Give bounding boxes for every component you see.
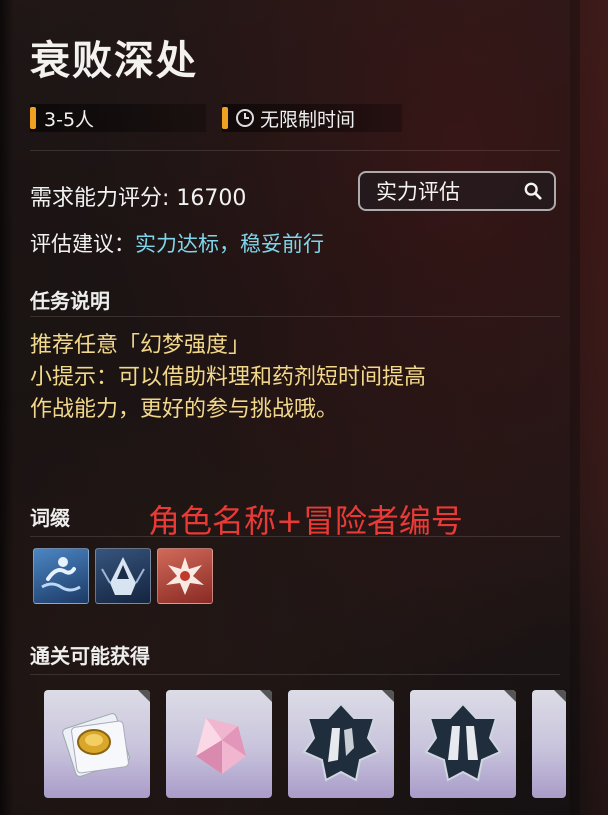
rewards-heading: 通关可能获得 — [30, 644, 150, 668]
reward-item[interactable] — [288, 690, 394, 798]
divider — [30, 150, 560, 151]
divider — [30, 316, 560, 317]
mission-description: 推荐任意「幻梦强度」 小提示：可以借助料理和药剂短时间提高 作战能力，更好的参与… — [30, 330, 570, 426]
affix-slot[interactable] — [157, 548, 213, 604]
advice-value: 实力达标，稳妥前行 — [135, 232, 324, 256]
search-icon — [524, 182, 542, 200]
explosion-affix-icon — [166, 557, 204, 595]
mission-line: 推荐任意「幻梦强度」 — [30, 333, 251, 358]
affix-slot[interactable] — [33, 548, 89, 604]
affix-slot[interactable] — [95, 548, 151, 604]
players-tag-accent — [30, 107, 36, 129]
armor-leggings-icon — [424, 702, 502, 782]
armor-legs-icon — [302, 702, 380, 782]
mission-heading: 任务说明 — [30, 289, 110, 313]
assess-power-label: 实力评估 — [376, 180, 460, 204]
divider — [30, 674, 560, 675]
clock-icon — [236, 109, 254, 127]
players-tag: 3-5人 — [30, 104, 206, 132]
reward-item[interactable] — [166, 690, 272, 798]
swimmer-affix-icon — [41, 557, 81, 592]
time-tag: 无限制时间 — [222, 104, 402, 132]
dungeon-title: 衰败深处 — [30, 38, 198, 84]
time-limit: 无限制时间 — [260, 108, 356, 131]
affix-heading: 词缀 — [30, 506, 70, 530]
players-count: 3-5人 — [44, 108, 95, 131]
hooded-figure-affix-icon — [101, 557, 145, 595]
power-requirement: 需求能力评分: 16700 — [30, 186, 247, 211]
partial-reward-icon — [532, 690, 566, 798]
panel-left-shade — [0, 0, 14, 815]
coin-scroll-icon — [62, 713, 130, 777]
mission-line: 作战能力，更好的参与挑战哦。 — [30, 397, 339, 422]
assess-advice: 评估建议：实力达标，稳妥前行 — [30, 228, 324, 258]
advice-label: 评估建议： — [30, 232, 135, 256]
pink-crystal-icon — [196, 718, 246, 774]
reward-item[interactable] — [44, 690, 150, 798]
divider — [30, 536, 560, 537]
assess-power-button[interactable]: 实力评估 — [358, 171, 556, 211]
time-tag-accent — [222, 107, 228, 129]
reward-item[interactable] — [410, 690, 516, 798]
mission-line: 小提示：可以借助料理和药剂短时间提高 — [30, 365, 427, 390]
reward-item[interactable] — [532, 690, 566, 798]
panel-right-shade — [570, 0, 608, 815]
